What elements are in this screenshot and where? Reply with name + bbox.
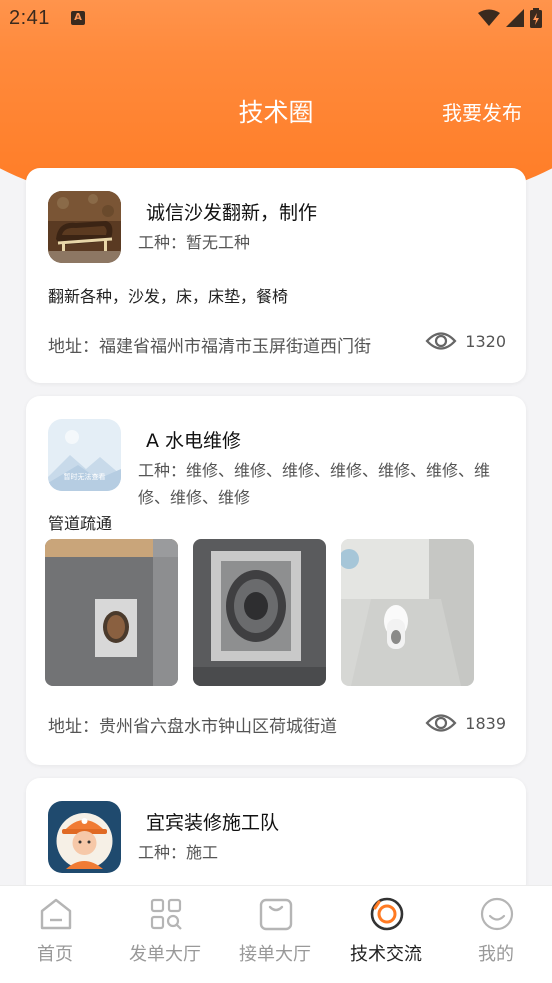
- publish-button[interactable]: 我要发布: [442, 97, 522, 126]
- post-card[interactable]: 暂时无法查看 A 水电维修 工种：维修、维修、维修、维修、维修、维修、维修、维修…: [26, 396, 526, 765]
- floor-drain-photo: [45, 539, 178, 686]
- signal-icon: [506, 9, 524, 27]
- post-name: 诚信沙发翻新，制作: [146, 202, 318, 224]
- status-time: 2:41: [9, 7, 50, 29]
- tech-circle-icon: [370, 897, 404, 931]
- post-avatar: [48, 191, 121, 263]
- placeholder-caption: 暂时无法查看: [63, 473, 106, 481]
- post-photo[interactable]: [45, 539, 178, 686]
- post-address: 地址：福建省福州市福清市玉屏街道西门街: [48, 337, 371, 357]
- photo-gallery: [45, 539, 474, 686]
- status-bar: 2:41 A: [0, 0, 552, 38]
- view-count: 1320: [425, 330, 506, 352]
- post-card[interactable]: 宜宾装修施工队 工种：施工: [26, 778, 526, 898]
- bag-icon: [259, 898, 293, 931]
- tab-accept-hall[interactable]: 接单大厅: [220, 886, 330, 983]
- wifi-icon: [478, 9, 500, 26]
- grid-search-icon: [150, 898, 182, 930]
- post-description: 翻新各种，沙发，床，床垫，餐椅: [48, 287, 289, 306]
- drain-cover-photo: [193, 539, 326, 686]
- post-work-type: 工种：暂无工种: [138, 233, 251, 252]
- sofa-photo: [48, 191, 121, 263]
- post-avatar: 暂时无法查看: [48, 419, 121, 491]
- post-avatar: [48, 801, 121, 873]
- battery-icon: [530, 8, 542, 28]
- post-address: 地址：贵州省六盘水市钟山区荷城街道: [48, 717, 337, 737]
- squat-toilet-photo: [341, 539, 474, 686]
- bottom-tab-bar: 首页 发单大厅 接单大厅 技术交流 我的: [0, 885, 552, 983]
- view-count: 1839: [425, 712, 506, 734]
- eye-icon: [425, 332, 457, 350]
- tab-label: 我的: [478, 944, 514, 965]
- view-count-value: 1839: [465, 713, 506, 733]
- tab-mine[interactable]: 我的: [441, 886, 551, 983]
- eye-icon: [425, 714, 457, 732]
- tab-label: 发单大厅: [129, 944, 201, 965]
- notification-icon: A: [71, 11, 85, 25]
- tab-label: 接单大厅: [239, 944, 311, 965]
- smile-icon: [480, 897, 514, 931]
- tab-tech-exchange[interactable]: 技术交流: [331, 886, 441, 983]
- post-description: 管道疏通: [48, 514, 113, 533]
- tab-label: 首页: [37, 944, 73, 965]
- tab-order-hall[interactable]: 发单大厅: [110, 886, 220, 983]
- post-work-type: 工种：施工: [138, 843, 219, 862]
- home-icon: [40, 898, 72, 930]
- post-photo[interactable]: [341, 539, 474, 686]
- worker-avatar: [48, 801, 121, 873]
- post-name: A 水电维修: [146, 430, 242, 452]
- post-name: 宜宾装修施工队: [146, 812, 280, 834]
- tab-label: 技术交流: [350, 944, 422, 965]
- post-work-type: 工种：维修、维修、维修、维修、维修、维修、维修、维修、维修: [138, 461, 491, 507]
- post-card[interactable]: 诚信沙发翻新，制作 工种：暂无工种 翻新各种，沙发，床，床垫，餐椅 地址：福建省…: [26, 168, 526, 383]
- view-count-value: 1320: [465, 331, 506, 351]
- post-photo[interactable]: [193, 539, 326, 686]
- tab-home[interactable]: 首页: [0, 886, 110, 983]
